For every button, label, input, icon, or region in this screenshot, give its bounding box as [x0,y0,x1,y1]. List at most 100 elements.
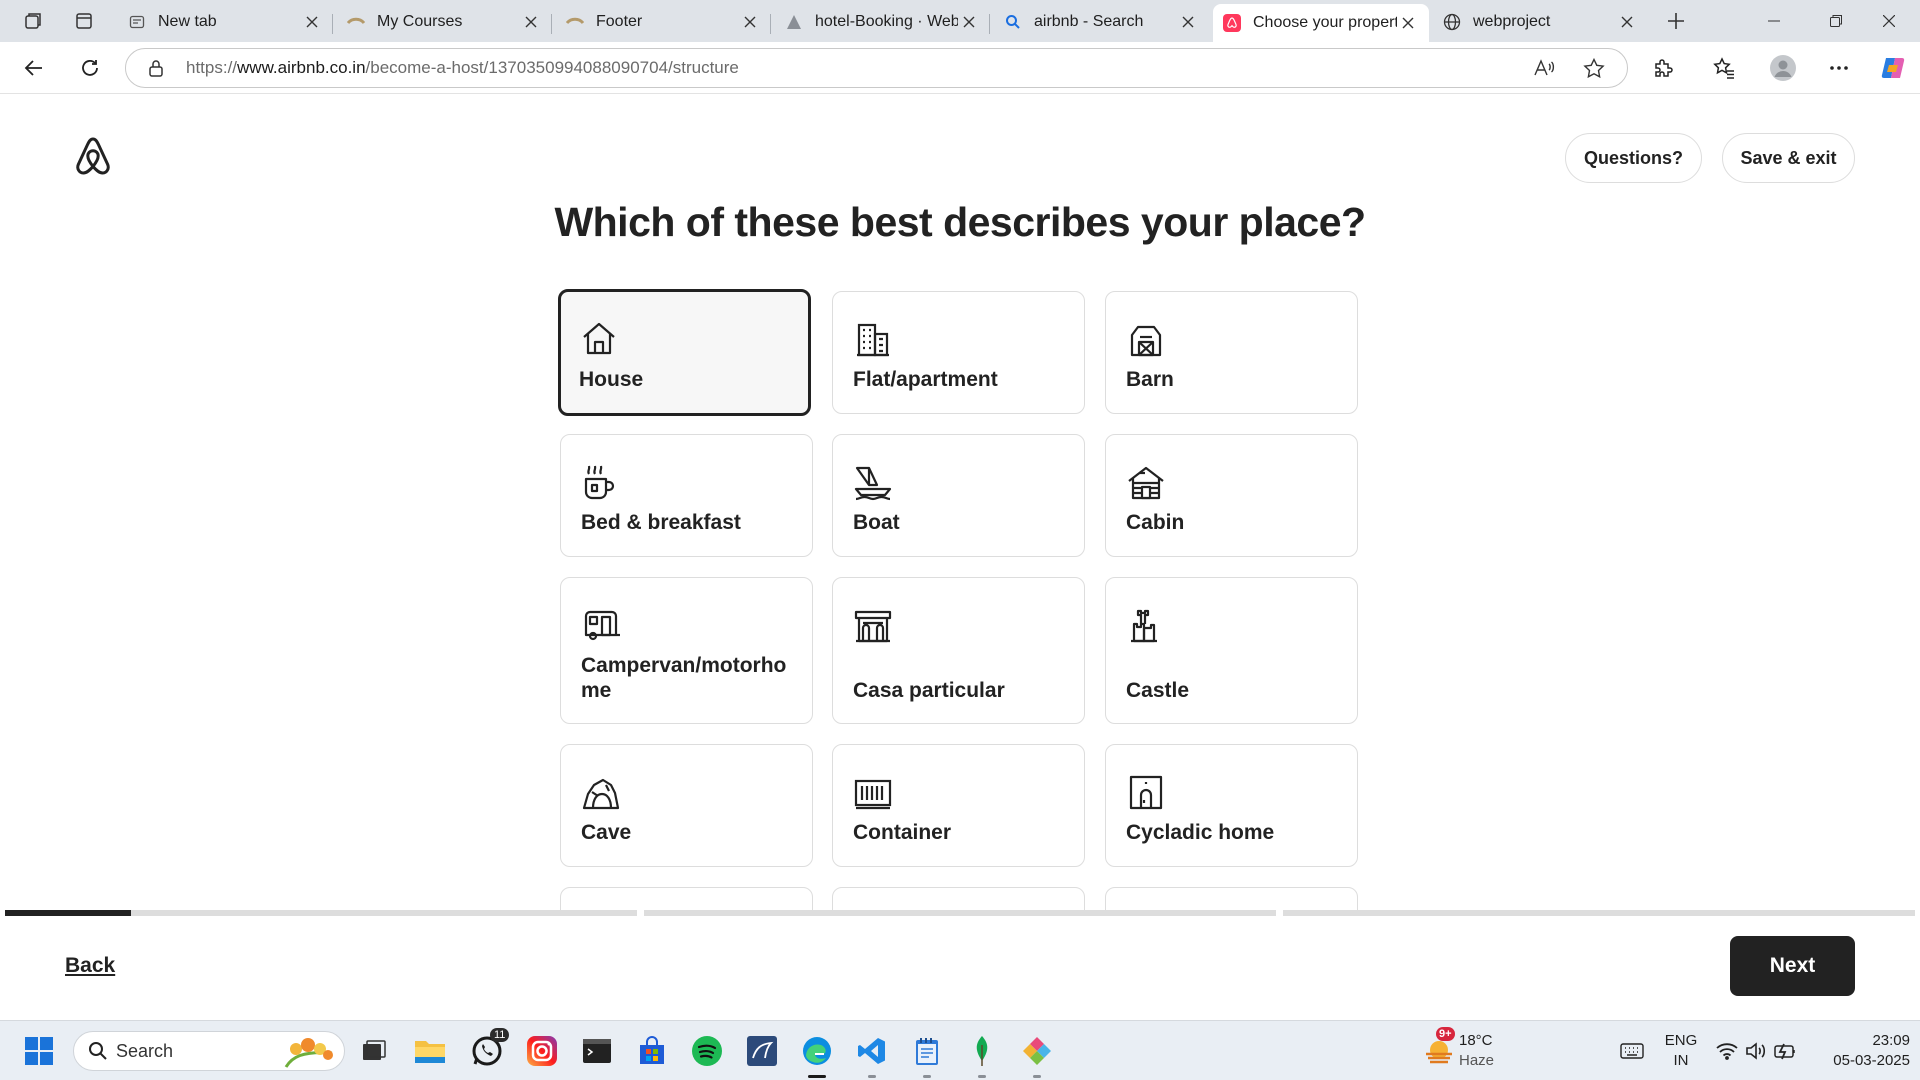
extensions-button[interactable] [1646,51,1680,85]
tab-0[interactable]: New tab [118,4,333,40]
close-window-button[interactable] [1858,0,1920,42]
weather-badge: 9+ [1436,1027,1455,1041]
whatsapp-button[interactable]: 11 [468,1028,510,1070]
footer-bar: Back Next [5,916,1915,1020]
mongodb-button[interactable] [963,1032,1001,1078]
option-cycladic-home[interactable]: Cycladic home [1105,744,1358,867]
newtab-icon [128,13,146,31]
option-casa-particular[interactable]: Casa particular [832,577,1085,724]
tab-6[interactable]: webproject [1433,4,1648,40]
option-flat-apartment[interactable]: Flat/apartment [832,291,1085,414]
back-button[interactable]: Back [65,954,115,978]
option-cabin[interactable]: Cabin [1105,434,1358,557]
folder-icon [415,1041,445,1063]
edge-button[interactable] [798,1032,836,1078]
url-text[interactable]: https://www.airbnb.co.in/become-a-host/1… [186,58,739,78]
start-button[interactable] [20,1032,58,1070]
address-bar[interactable]: https://www.airbnb.co.in/become-a-host/1… [125,48,1628,88]
tab-1[interactable]: My Courses [337,4,552,40]
option-label: Cave [581,821,632,844]
back-nav-button[interactable] [17,51,51,85]
more-icon [1830,66,1848,70]
barn-icon [1130,325,1162,357]
option-barn[interactable]: Barn [1105,291,1358,414]
minimize-button[interactable] [1743,0,1805,42]
option-house[interactable]: House [558,289,811,416]
option-label: Boat [853,511,900,534]
weather-text[interactable]: 18°C Haze [1459,1031,1494,1071]
new-tab-button[interactable] [1659,6,1693,36]
haze-weather-icon [1426,1041,1452,1064]
tab-title: hotel-Booking · Web [815,13,958,30]
casa-icon [854,610,892,643]
option-boat[interactable]: Boat [832,434,1085,557]
file-explorer-button[interactable] [411,1032,449,1070]
lock-icon[interactable] [148,59,164,82]
option-campervan[interactable]: Campervan/motorhome [560,577,813,724]
time: 23:09 [1872,1032,1910,1049]
store-icon [640,1036,664,1064]
save-exit-button[interactable]: Save & exit [1722,133,1855,183]
terminal-button[interactable] [578,1032,616,1070]
spotify-button[interactable] [688,1032,726,1070]
close-icon[interactable] [1616,11,1638,33]
taskbar-search[interactable]: Search [73,1031,345,1071]
region-code: IN [1673,1052,1689,1069]
keyboard-button[interactable] [1613,1032,1651,1070]
battery-charging-icon [1774,1043,1795,1060]
flowers-icon [284,1038,333,1068]
tab-2[interactable]: Footer [556,4,771,40]
app-button[interactable] [1018,1032,1056,1078]
close-icon[interactable] [739,11,761,33]
airbnb-icon [1223,14,1241,32]
browser-toolbar: https://www.airbnb.co.in/become-a-host/1… [0,42,1920,94]
instagram-button[interactable] [523,1032,561,1070]
settings-menu-button[interactable] [1822,51,1856,85]
task-view-icon [363,1040,386,1060]
task-view-button[interactable] [355,1032,393,1070]
weather-condition: Haze [1459,1052,1495,1069]
option-container[interactable]: Container [832,744,1085,867]
close-icon[interactable] [1397,12,1419,34]
language-indicator[interactable]: ENG IN [1663,1031,1699,1071]
option-label: House [579,368,644,391]
workspaces-button[interactable] [16,6,50,36]
copilot-button[interactable] [1876,51,1910,85]
vscode-button[interactable] [853,1032,891,1078]
puzzle-icon [1655,59,1673,77]
store-button[interactable] [633,1032,671,1070]
mysql-workbench-button[interactable] [743,1032,781,1070]
option-bed-breakfast[interactable]: Bed & breakfast [560,434,813,557]
weather-widget[interactable]: 9+ [1420,1027,1458,1070]
close-icon[interactable] [520,11,542,33]
read-aloud-icon[interactable] [1533,58,1555,83]
close-icon[interactable] [958,11,980,33]
reload-button[interactable] [73,51,107,85]
tab-4[interactable]: airbnb - Search [994,4,1209,40]
questions-button[interactable]: Questions? [1565,133,1702,183]
option-castle[interactable]: Castle [1105,577,1358,724]
tab-5-active[interactable]: Choose your property [1213,4,1429,42]
tab-title: airbnb - Search [1034,13,1144,30]
battery-button[interactable] [1767,1032,1805,1070]
close-icon[interactable] [1177,11,1199,33]
option-cave[interactable]: Cave [560,744,813,867]
notepad-button[interactable] [908,1032,946,1078]
clock[interactable]: 23:09 05-03-2025 [1810,1031,1910,1071]
plus-icon [1668,13,1684,29]
spotify-icon [692,1036,722,1066]
campervan-icon [584,610,620,641]
tab-3[interactable]: hotel-Booking · Web [775,4,990,40]
wifi-icon [1716,1043,1738,1060]
airbnb-logo-icon[interactable] [71,135,115,179]
favorite-star-icon[interactable] [1583,57,1605,83]
search-icon [1004,13,1022,31]
next-button[interactable]: Next [1730,936,1855,996]
option-label: Castle [1126,679,1190,702]
profile-button[interactable] [1766,51,1800,85]
footer-icon [566,13,584,31]
edge-browser-icon [803,1037,831,1065]
close-icon[interactable] [301,11,323,33]
favorites-button[interactable] [1707,51,1741,85]
tab-actions-button[interactable] [67,6,101,36]
